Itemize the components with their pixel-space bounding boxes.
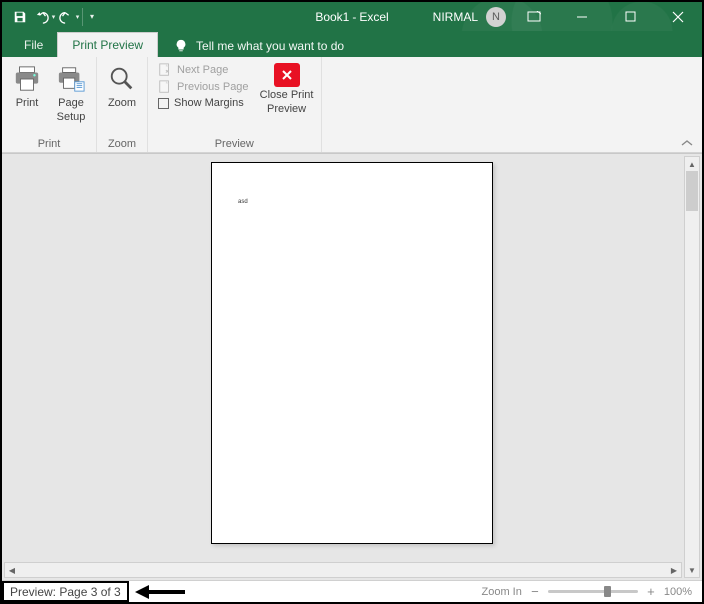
- zoom-label: Zoom: [108, 97, 136, 109]
- show-margins-checkbox[interactable]: Show Margins: [158, 97, 249, 109]
- zoom-slider[interactable]: [548, 590, 638, 593]
- title-separator: -: [352, 10, 356, 24]
- printer-icon: [11, 63, 43, 95]
- close-x-icon: [274, 63, 300, 87]
- magnifier-icon: [106, 63, 138, 95]
- page-content-text: asd: [238, 199, 248, 205]
- horizontal-scrollbar[interactable]: ◀ ▶: [4, 562, 682, 578]
- quick-access-toolbar: ▾ ▾ ▾: [2, 2, 99, 31]
- minimize-button[interactable]: [562, 3, 602, 31]
- zoom-in-label: Zoom In: [482, 586, 522, 598]
- status-bar: Preview: Page 3 of 3 Zoom In − + 100%: [2, 580, 702, 602]
- checkbox-icon: [158, 98, 169, 109]
- ribbon-group-preview: Next Page Previous Page Show Margins Clo…: [148, 57, 322, 152]
- tell-me-label: Tell me what you want to do: [196, 39, 344, 53]
- print-button[interactable]: Print: [6, 61, 48, 111]
- tab-print-preview[interactable]: Print Preview: [57, 32, 158, 57]
- close-label-1: Close Print: [260, 89, 314, 101]
- ribbon-group-label: Zoom: [101, 137, 143, 152]
- show-margins-label: Show Margins: [174, 97, 244, 109]
- close-print-preview-button[interactable]: Close Print Preview: [257, 61, 317, 117]
- print-label: Print: [16, 97, 39, 109]
- redo-icon[interactable]: ▾: [56, 3, 80, 31]
- page-prev-icon: [158, 80, 172, 94]
- tell-me-search[interactable]: Tell me what you want to do: [174, 39, 344, 57]
- page-setup-icon: [55, 63, 87, 95]
- zoom-slider-knob[interactable]: [604, 586, 611, 597]
- save-icon[interactable]: [8, 3, 32, 31]
- zoom-in-button[interactable]: +: [644, 585, 658, 598]
- collapse-ribbon-icon[interactable]: [680, 138, 694, 148]
- scroll-left-icon[interactable]: ◀: [5, 563, 19, 577]
- qat-separator: [82, 8, 83, 26]
- status-page-indicator: Preview: Page 3 of 3: [2, 581, 129, 602]
- scroll-thumb[interactable]: [686, 171, 698, 211]
- close-label-2: Preview: [267, 103, 306, 115]
- ribbon-group-label: Print: [6, 137, 92, 152]
- page-preview: asd: [211, 162, 493, 544]
- next-page-label: Next Page: [177, 64, 228, 76]
- ribbon-display-options-icon[interactable]: [514, 3, 554, 31]
- annotation-arrow-icon: [135, 585, 185, 599]
- tab-file[interactable]: File: [10, 33, 57, 57]
- document-name: Book1: [315, 10, 349, 24]
- maximize-button[interactable]: [610, 3, 650, 31]
- page-next-icon: [158, 63, 172, 77]
- ribbon-group-label: Preview: [152, 137, 317, 152]
- zoom-percent: 100%: [664, 586, 692, 598]
- scroll-up-icon[interactable]: ▲: [685, 157, 699, 171]
- app-name: Excel: [359, 10, 388, 24]
- page-setup-label-2: Setup: [57, 111, 86, 123]
- avatar[interactable]: N: [486, 7, 506, 27]
- ribbon-tabs: File Print Preview Tell me what you want…: [2, 31, 702, 57]
- qat-customize-icon[interactable]: ▾: [85, 3, 99, 31]
- ribbon-group-zoom: Zoom Zoom: [97, 57, 148, 152]
- scroll-down-icon[interactable]: ▼: [685, 563, 699, 577]
- page-setup-button[interactable]: Page Setup: [50, 61, 92, 125]
- ribbon-group-print: Print Page Setup Print: [2, 57, 97, 152]
- zoom-out-button[interactable]: −: [528, 585, 542, 598]
- zoom-button[interactable]: Zoom: [101, 61, 143, 111]
- window-title: Book1 - Excel: [315, 10, 388, 24]
- ribbon: Print Page Setup Print Zoom Zoom: [2, 57, 702, 153]
- preview-area: asd ▲ ▼ ◀ ▶: [2, 153, 702, 580]
- close-button[interactable]: [658, 3, 698, 31]
- user-name: NIRMAL: [433, 10, 478, 24]
- scroll-right-icon[interactable]: ▶: [667, 563, 681, 577]
- lightbulb-icon: [174, 39, 188, 53]
- previous-page-button: Previous Page: [158, 80, 249, 94]
- undo-icon[interactable]: ▾: [32, 3, 56, 31]
- title-bar: ▾ ▾ ▾ Book1 - Excel NIRMAL N: [2, 2, 702, 31]
- previous-page-label: Previous Page: [177, 81, 249, 93]
- zoom-controls: Zoom In − + 100%: [482, 585, 703, 598]
- page-setup-label-1: Page: [58, 97, 84, 109]
- next-page-button: Next Page: [158, 63, 249, 77]
- vertical-scrollbar[interactable]: ▲ ▼: [684, 156, 700, 578]
